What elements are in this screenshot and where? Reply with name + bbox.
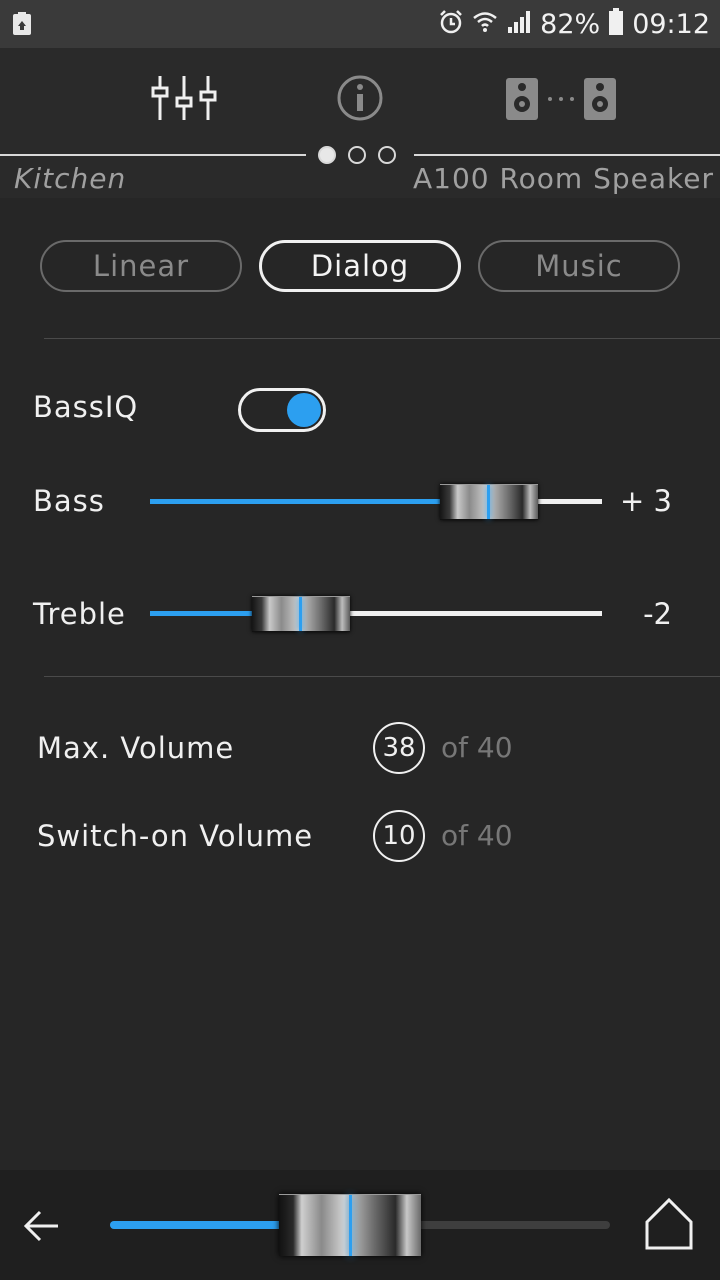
clock: 09:12: [632, 8, 710, 40]
bass-value: + 3: [620, 484, 672, 518]
wifi-icon: [472, 9, 498, 39]
speakers-pairing-icon[interactable]: [504, 76, 618, 126]
max-volume-value[interactable]: 38: [373, 722, 425, 774]
master-volume-thumb[interactable]: [279, 1194, 421, 1256]
back-arrow-icon[interactable]: [22, 1206, 62, 1246]
device-name: A100 Room Speaker: [412, 162, 714, 195]
tab-linear[interactable]: Linear: [40, 240, 242, 292]
equalizer-icon[interactable]: [148, 74, 220, 126]
battery-icon: [608, 8, 624, 40]
thumb-indicator: [299, 597, 302, 631]
thumb-indicator: [487, 485, 490, 519]
tab-music[interactable]: Music: [478, 240, 680, 292]
page-dot[interactable]: [318, 146, 336, 164]
room-name: Kitchen: [14, 162, 127, 195]
bassiq-label: BassIQ: [33, 390, 139, 424]
recycle-notification-icon: [12, 12, 32, 36]
treble-label: Treble: [33, 597, 126, 631]
alarm-icon: [438, 9, 464, 39]
switch-on-volume-label: Switch-on Volume: [37, 819, 314, 853]
status-bar: 82% 09:12: [0, 0, 720, 48]
max-volume-of: of 40: [441, 731, 513, 764]
toggle-knob: [287, 393, 321, 427]
app-header: Kitchen A100 Room Speaker: [0, 48, 720, 198]
header-divider-left: [0, 154, 306, 156]
bass-slider-fill: [150, 499, 489, 504]
bass-label: Bass: [33, 484, 105, 518]
treble-slider-thumb[interactable]: [252, 596, 350, 632]
info-icon[interactable]: [336, 74, 384, 126]
section-divider: [44, 338, 720, 339]
treble-slider-track[interactable]: [150, 611, 602, 616]
bass-slider-thumb[interactable]: [440, 484, 538, 520]
page-indicator: [318, 146, 396, 164]
switch-on-volume-of: of 40: [441, 819, 513, 852]
page-dot[interactable]: [348, 146, 366, 164]
thumb-indicator: [349, 1195, 352, 1256]
treble-value: -2: [643, 597, 672, 631]
tab-dialog[interactable]: Dialog: [259, 240, 461, 292]
switch-on-volume-value[interactable]: 10: [373, 810, 425, 862]
bassiq-toggle[interactable]: [238, 388, 326, 432]
battery-percent: 82%: [540, 8, 601, 40]
bottom-bar: [0, 1170, 720, 1280]
header-divider-right: [414, 154, 720, 156]
section-divider: [44, 676, 720, 677]
max-volume-label: Max. Volume: [37, 731, 235, 765]
signal-icon: [506, 9, 532, 39]
home-icon[interactable]: [644, 1196, 694, 1252]
page-dot[interactable]: [378, 146, 396, 164]
